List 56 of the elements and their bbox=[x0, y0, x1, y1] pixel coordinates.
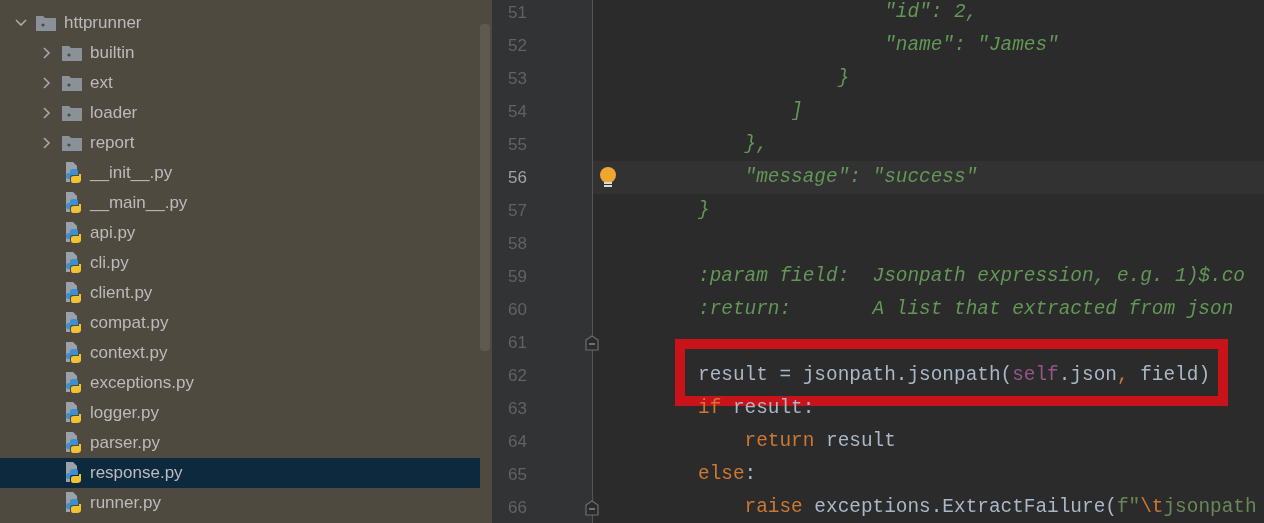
tree-item[interactable]: api.py bbox=[0, 218, 480, 248]
code-text: result = jsonpath.jsonpath(self.json, field) bbox=[698, 362, 1211, 388]
item-label: api.py bbox=[90, 222, 136, 245]
item-label: context.py bbox=[90, 342, 168, 365]
item-label: client.py bbox=[90, 282, 153, 305]
item-label: exceptions.py bbox=[90, 372, 194, 395]
item-label: report bbox=[90, 132, 135, 155]
item-label: runner.py bbox=[90, 492, 161, 515]
folder-icon bbox=[62, 45, 82, 61]
code-text: } bbox=[836, 65, 850, 91]
folder-icon bbox=[62, 105, 82, 121]
tree-item[interactable]: parser.py bbox=[0, 428, 480, 458]
item-label: loader bbox=[90, 102, 138, 125]
item-label: ext bbox=[90, 72, 113, 95]
code-text: }, bbox=[743, 131, 768, 157]
code-text: else: bbox=[698, 461, 757, 487]
folder-icon bbox=[36, 15, 56, 31]
code-text: "id": 2, bbox=[883, 0, 978, 25]
tree-item[interactable]: logger.py bbox=[0, 398, 480, 428]
code-text: :return: A list that extracted from json bbox=[698, 296, 1234, 322]
tree-item[interactable]: exceptions.py bbox=[0, 368, 480, 398]
item-label: parser.py bbox=[90, 432, 160, 455]
tree-item[interactable]: __main__.py bbox=[0, 188, 480, 218]
tree-item[interactable]: response.py bbox=[0, 458, 480, 488]
tree-item[interactable]: client.py bbox=[0, 278, 480, 308]
tree-item[interactable]: cli.py bbox=[0, 248, 480, 278]
item-label: builtin bbox=[90, 42, 135, 65]
tree-item[interactable]: __init__.py bbox=[0, 158, 480, 188]
line-number: 56 bbox=[507, 166, 527, 189]
item-label: logger.py bbox=[90, 402, 159, 425]
code-text: :param field: Jsonpath expression, e.g. 1)$.co bbox=[698, 263, 1245, 289]
item-label: httprunner bbox=[64, 12, 142, 35]
item-label: response.py bbox=[90, 462, 183, 485]
code-text: } bbox=[698, 197, 710, 223]
tree-item[interactable]: loader bbox=[0, 98, 480, 128]
tree-item[interactable]: builtin bbox=[0, 38, 480, 68]
code-text: "message": "success" bbox=[743, 164, 978, 190]
fold-icon[interactable] bbox=[585, 499, 599, 516]
fold-icon[interactable] bbox=[585, 334, 599, 351]
tree-item[interactable]: httprunner bbox=[0, 8, 480, 38]
item-label: compat.py bbox=[90, 312, 169, 335]
folder-icon bbox=[62, 135, 82, 151]
code-text: return result bbox=[743, 428, 896, 454]
code-text: raise exceptions.ExtractFailure(f"\tjsonpath bbox=[743, 494, 1257, 520]
code-text: "name": "James" bbox=[883, 32, 1059, 58]
lightbulb-icon[interactable] bbox=[599, 166, 617, 189]
item-label: cli.py bbox=[90, 252, 129, 275]
item-label: __init__.py bbox=[90, 162, 173, 185]
item-label: __main__.py bbox=[90, 192, 188, 215]
folder-icon bbox=[62, 75, 82, 91]
code-text: ] bbox=[790, 98, 803, 124]
tree-item[interactable]: report bbox=[0, 128, 480, 158]
tree-item[interactable]: ext bbox=[0, 68, 480, 98]
tree-item[interactable]: compat.py bbox=[0, 308, 480, 338]
tree-item[interactable]: context.py bbox=[0, 338, 480, 368]
tree-item[interactable]: runner.py bbox=[0, 488, 480, 518]
